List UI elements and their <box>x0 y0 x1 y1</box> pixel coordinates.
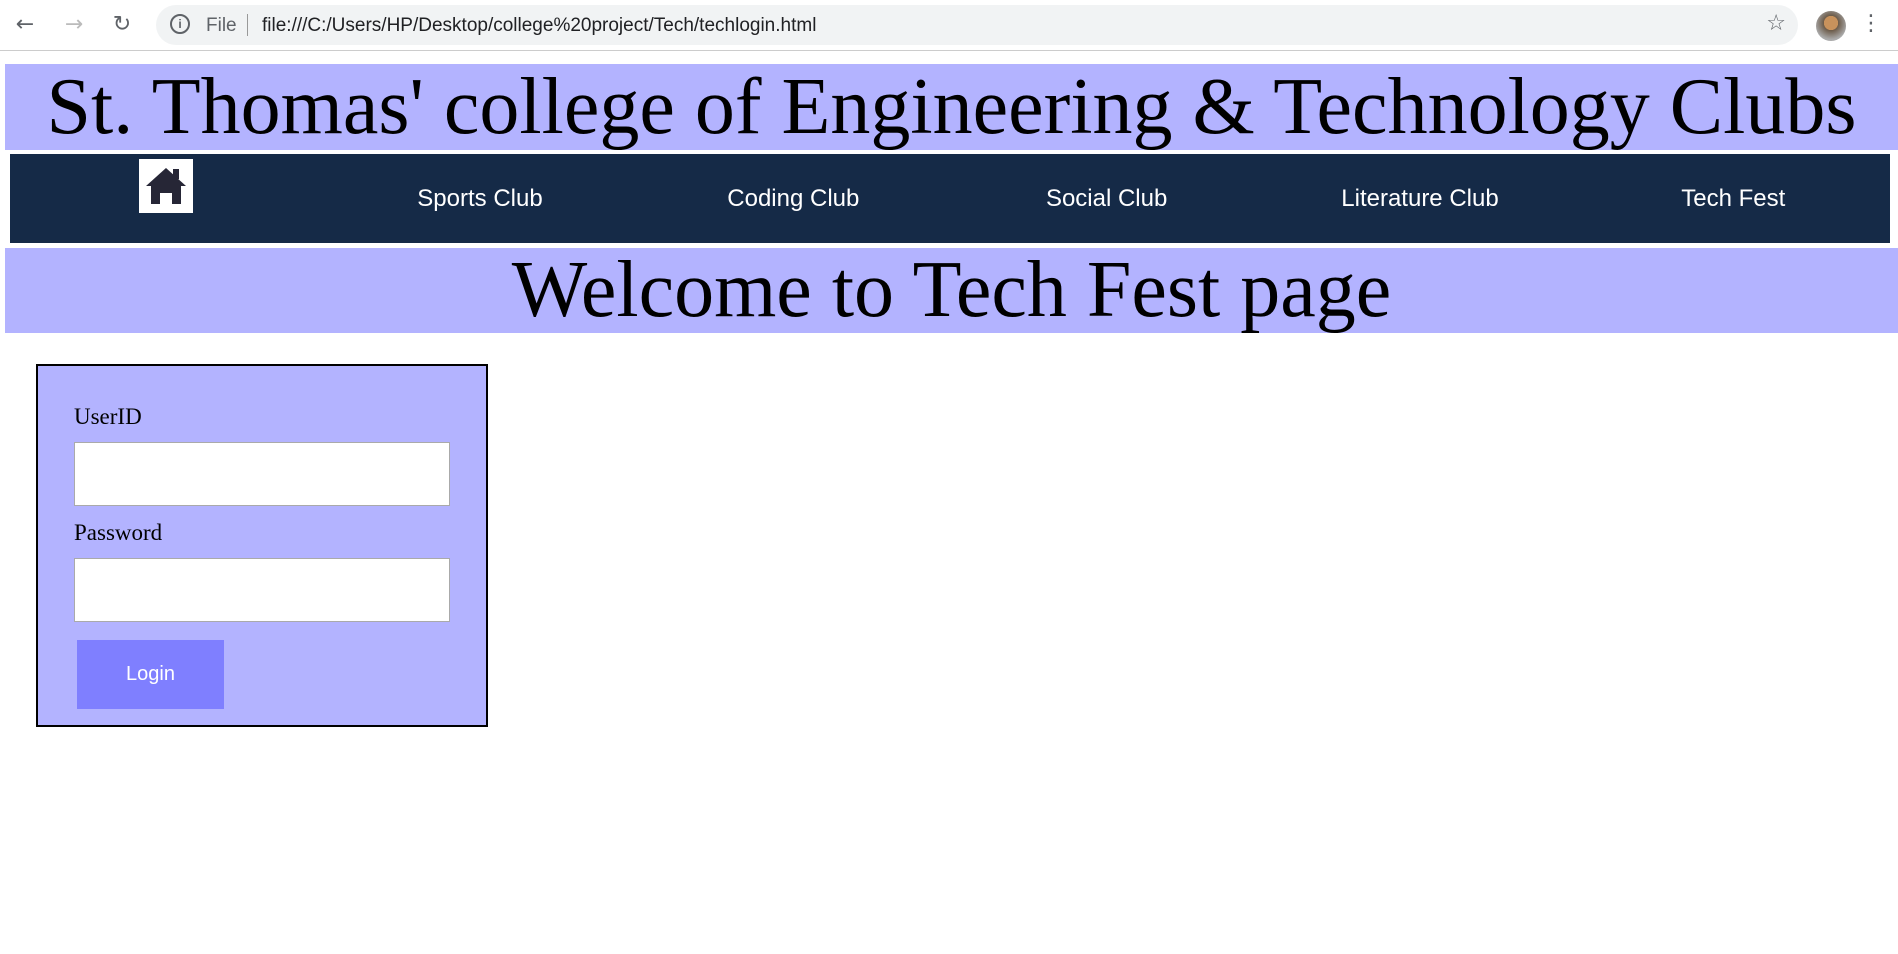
more-menu-icon[interactable]: ⋮ <box>1860 11 1882 36</box>
nav-literature-club[interactable]: Literature Club <box>1263 154 1576 243</box>
scheme-label: File <box>206 15 237 36</box>
nav-coding-club[interactable]: Coding Club <box>637 154 950 243</box>
address-bar[interactable]: i File file:///C:/Users/HP/Desktop/colle… <box>156 5 1798 45</box>
divider <box>247 14 248 36</box>
url-text[interactable]: file:///C:/Users/HP/Desktop/college%20pr… <box>262 15 816 37</box>
forward-icon[interactable]: → <box>61 12 87 38</box>
nav-home[interactable] <box>10 154 323 243</box>
nav-social-club[interactable]: Social Club <box>950 154 1263 243</box>
password-label: Password <box>74 520 163 545</box>
password-input[interactable] <box>74 558 450 622</box>
userid-label: UserID <box>74 404 142 429</box>
reload-icon[interactable]: ↻ <box>109 12 135 38</box>
userid-input[interactable] <box>74 442 450 506</box>
back-icon[interactable]: ← <box>12 12 38 38</box>
nav-sports-club[interactable]: Sports Club <box>323 154 636 243</box>
site-title: St. Thomas' college of Engineering & Tec… <box>5 64 1898 150</box>
main-nav: Sports Club Coding Club Social Club Lite… <box>10 154 1890 243</box>
info-icon[interactable]: i <box>170 14 190 34</box>
home-icon[interactable] <box>139 159 193 213</box>
login-form: UserID Password Login <box>36 364 488 727</box>
bookmark-star-icon[interactable]: ☆ <box>1766 11 1786 36</box>
page-heading: Welcome to Tech Fest page <box>5 248 1898 333</box>
nav-tech-fest[interactable]: Tech Fest <box>1577 154 1890 243</box>
browser-toolbar: ← → ↻ i File file:///C:/Users/HP/Desktop… <box>0 0 1898 51</box>
login-button[interactable]: Login <box>77 640 224 709</box>
profile-avatar[interactable] <box>1816 11 1846 41</box>
